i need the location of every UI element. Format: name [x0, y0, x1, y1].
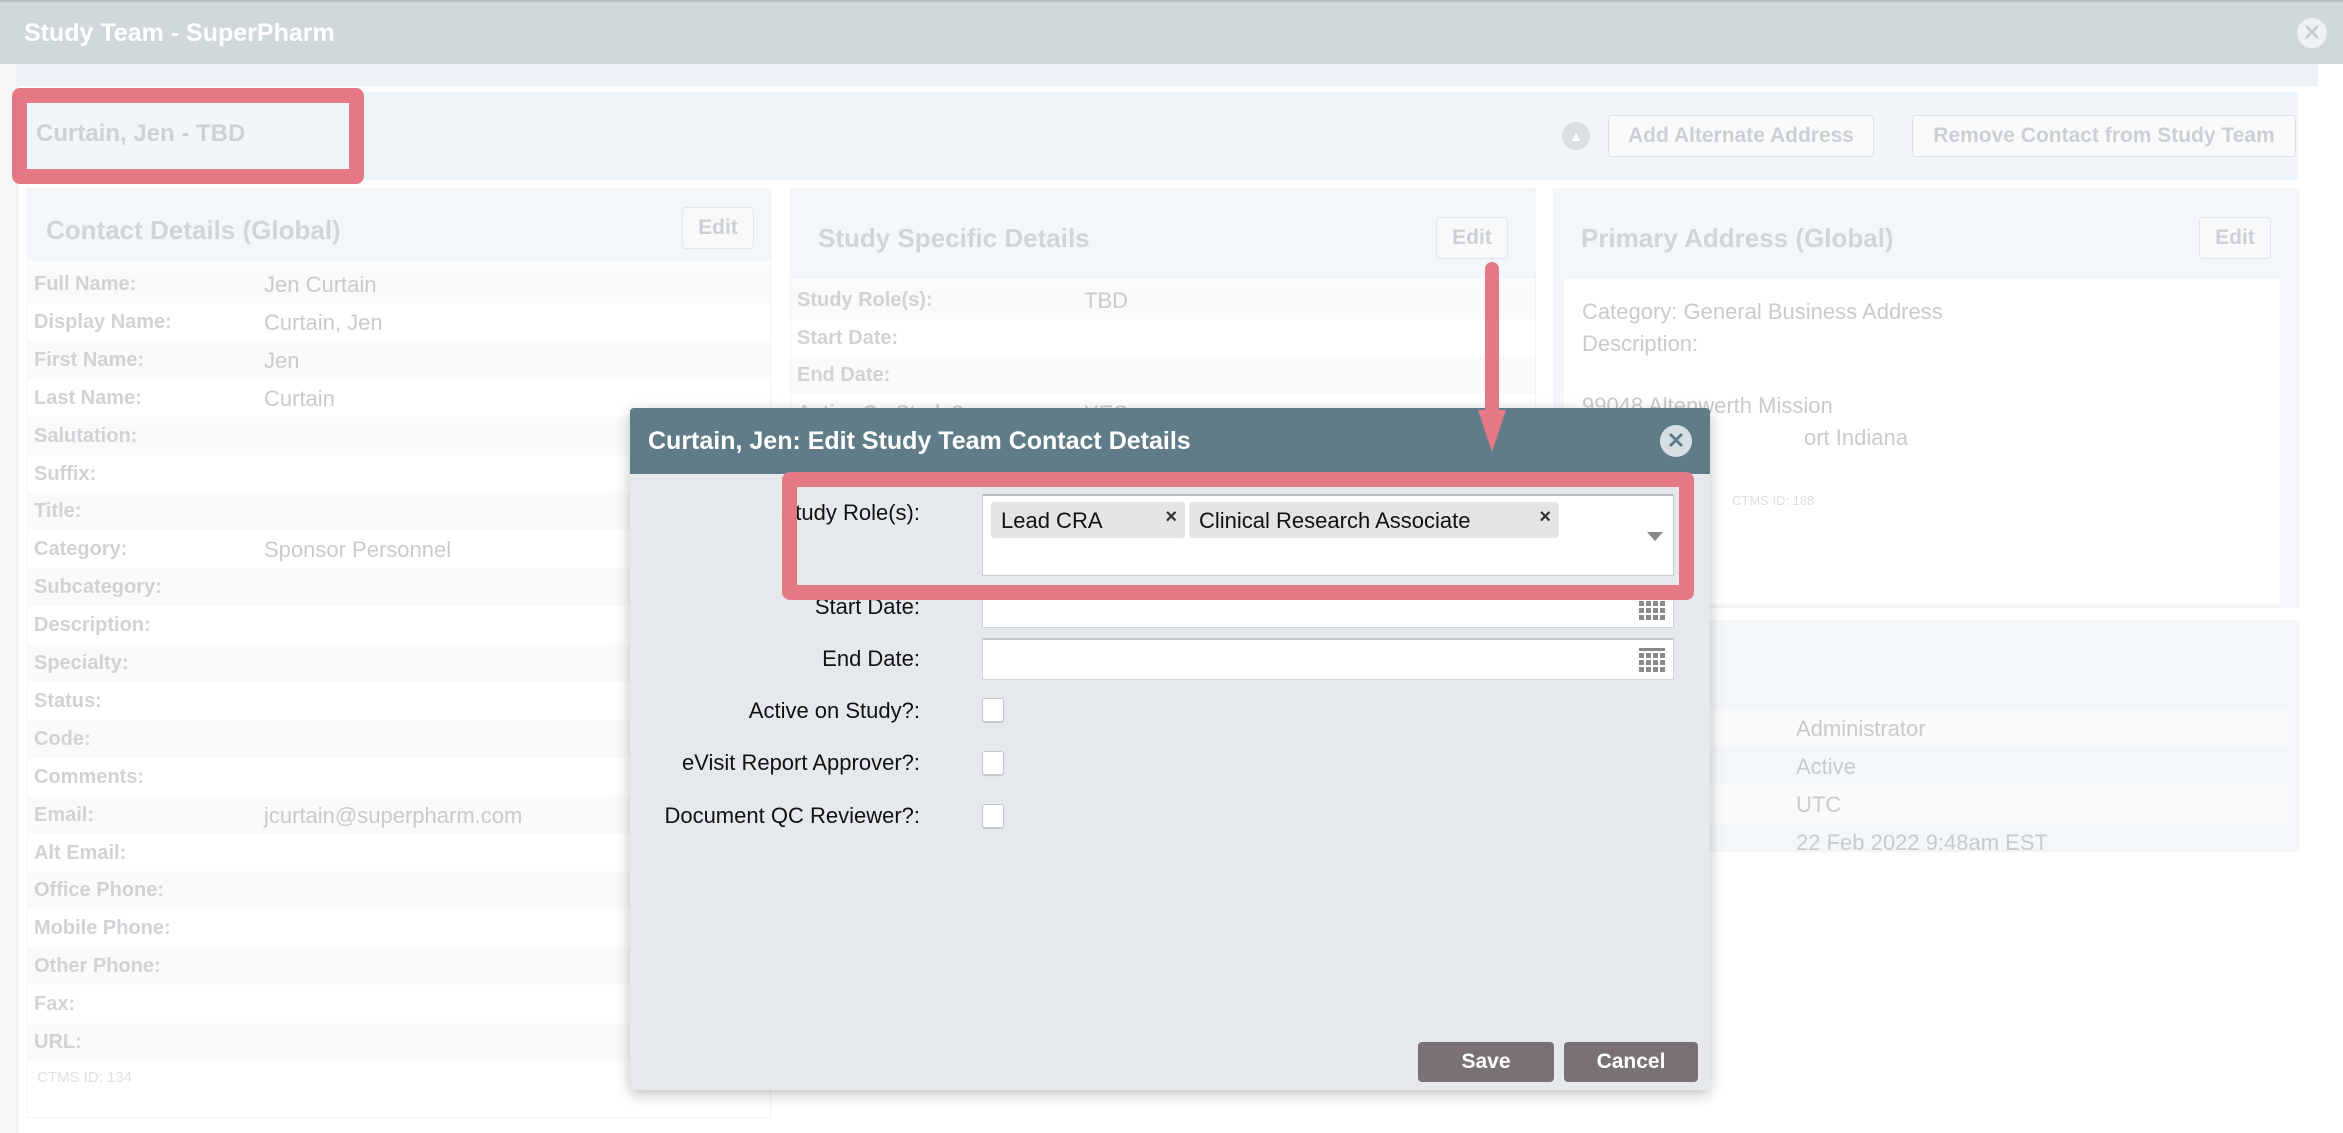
detail-label: Email:: [34, 803, 95, 826]
detail-label: Code:: [34, 727, 91, 750]
detail-value: jcurtain@superpharm.com: [264, 802, 523, 828]
detail-label: Description:: [34, 614, 151, 637]
detail-label: Other Phone:: [34, 955, 161, 978]
detail-row: End Date:: [791, 356, 1535, 394]
detail-label: Office Phone:: [34, 879, 165, 902]
primary-address-title: Primary Address (Global): [1581, 223, 1894, 253]
close-icon[interactable]: ✕: [1660, 425, 1692, 457]
account-value: UTC: [1796, 792, 1842, 817]
active-on-study-checkbox[interactable]: [982, 698, 1004, 722]
detail-label: Suffix:: [34, 462, 97, 485]
detail-label: Specialty:: [34, 652, 129, 674]
contact-name-heading: Curtain, Jen - TBD: [36, 120, 246, 147]
edit-study-details-button[interactable]: Edit: [1436, 217, 1508, 259]
contact-details-title: Contact Details (Global): [46, 215, 341, 245]
start-date-input[interactable]: [982, 586, 1674, 628]
study-details-title: Study Specific Details: [818, 223, 1090, 253]
remove-contact-button[interactable]: Remove Contact from Study Team: [1912, 115, 2296, 157]
outer-modal-titlebar: Study Team - SuperPharm ✕: [0, 0, 2343, 64]
detail-value: Jen: [264, 347, 300, 373]
detail-row: First Name: Jen: [28, 340, 770, 379]
detail-label: First Name:: [34, 348, 145, 371]
calendar-icon[interactable]: [1639, 648, 1665, 672]
detail-label: Study Role(s):: [797, 289, 933, 311]
detail-value: Curtain: [264, 385, 335, 411]
save-button[interactable]: Save: [1418, 1042, 1554, 1082]
edit-contact-details-button[interactable]: Edit: [682, 207, 754, 249]
address-description: Description:: [1582, 331, 1699, 356]
detail-label: Title:: [34, 500, 82, 523]
chevron-up-icon[interactable]: ▲: [1562, 122, 1590, 150]
detail-label: URL:: [34, 1031, 82, 1053]
detail-label: Comments:: [34, 765, 145, 788]
contact-details-header: Contact Details (Global) Edit: [28, 189, 770, 261]
detail-label: Fax:: [34, 993, 76, 1016]
detail-label: Status:: [34, 689, 102, 712]
detail-label: Mobile Phone:: [34, 917, 171, 940]
detail-label: End Date:: [797, 364, 891, 386]
dialog-header: Curtain, Jen: Edit Study Team Contact De…: [630, 408, 1710, 474]
account-value: Administrator: [1796, 716, 1926, 741]
detail-label: Full Name:: [34, 273, 137, 295]
detail-row: Display Name: Curtain, Jen: [28, 303, 770, 341]
remove-chip-icon[interactable]: ×: [1165, 506, 1177, 529]
detail-label: Display Name:: [34, 310, 172, 333]
doc-qc-reviewer-label: Document QC Reviewer?:: [664, 803, 920, 828]
doc-qc-reviewer-checkbox[interactable]: [982, 804, 1004, 828]
edit-primary-address-button[interactable]: Edit: [2199, 217, 2271, 259]
detail-row: Study Role(s): TBD: [791, 281, 1535, 319]
detail-value: Sponsor Personnel: [264, 537, 452, 563]
account-value: 22 Feb 2022 9:48am EST: [1796, 830, 2048, 855]
start-date-label: Start Date:: [814, 594, 920, 619]
role-chip: Clinical Research Associate ×: [1189, 502, 1559, 538]
header-band: [18, 64, 2318, 86]
add-alternate-address-button[interactable]: Add Alternate Address: [1608, 115, 1874, 157]
calendar-icon[interactable]: [1639, 596, 1665, 620]
background-page-edge: [0, 64, 18, 1133]
address-ctms-id: CTMS ID: 188: [1732, 493, 1815, 508]
active-on-study-label: Active on Study?:: [748, 698, 920, 723]
arrow-down-icon: [1478, 410, 1506, 452]
study-details-header: Study Specific Details Edit: [791, 189, 1535, 279]
close-icon[interactable]: ✕: [2297, 18, 2327, 48]
remove-chip-icon[interactable]: ×: [1539, 506, 1551, 529]
role-chip-label: Lead CRA: [1001, 508, 1103, 533]
detail-row: Start Date:: [791, 319, 1535, 357]
address-line-2: ort Indiana: [1804, 425, 1908, 450]
detail-label: Start Date:: [797, 326, 899, 349]
detail-label: Subcategory:: [34, 576, 162, 599]
study-roles-label: Study Role(s):: [780, 500, 920, 525]
detail-label: Salutation:: [34, 424, 138, 447]
study-roles-multiselect[interactable]: Lead CRA × Clinical Research Associate ×: [982, 494, 1674, 576]
detail-value: Curtain, Jen: [264, 309, 383, 335]
cancel-button[interactable]: Cancel: [1564, 1042, 1698, 1082]
detail-row: Full Name: Jen Curtain: [28, 265, 770, 303]
detail-label: Alt Email:: [34, 841, 127, 864]
ctms-id: CTMS ID: 134: [37, 1069, 133, 1086]
dialog-title: Curtain, Jen: Edit Study Team Contact De…: [648, 427, 1191, 455]
role-chip-label: Clinical Research Associate: [1199, 508, 1471, 533]
detail-value: Jen Curtain: [264, 272, 377, 297]
evisit-approver-label: eVisit Report Approver?:: [681, 750, 920, 775]
role-chip: Lead CRA ×: [991, 502, 1185, 538]
annotation-arrow: [1485, 262, 1499, 432]
detail-label: Last Name:: [34, 386, 142, 409]
address-category: Category: General Business Address: [1582, 299, 1943, 324]
end-date-label: End Date:: [822, 646, 920, 671]
edit-study-team-contact-dialog: Curtain, Jen: Edit Study Team Contact De…: [630, 408, 1710, 1090]
outer-modal-title: Study Team - SuperPharm: [24, 19, 335, 47]
detail-value: TBD: [1084, 288, 1128, 313]
account-value: Active: [1796, 754, 1856, 779]
chevron-down-icon[interactable]: [1647, 532, 1663, 541]
end-date-input[interactable]: [982, 638, 1674, 680]
detail-label: Category:: [34, 538, 128, 561]
evisit-approver-checkbox[interactable]: [982, 751, 1004, 775]
